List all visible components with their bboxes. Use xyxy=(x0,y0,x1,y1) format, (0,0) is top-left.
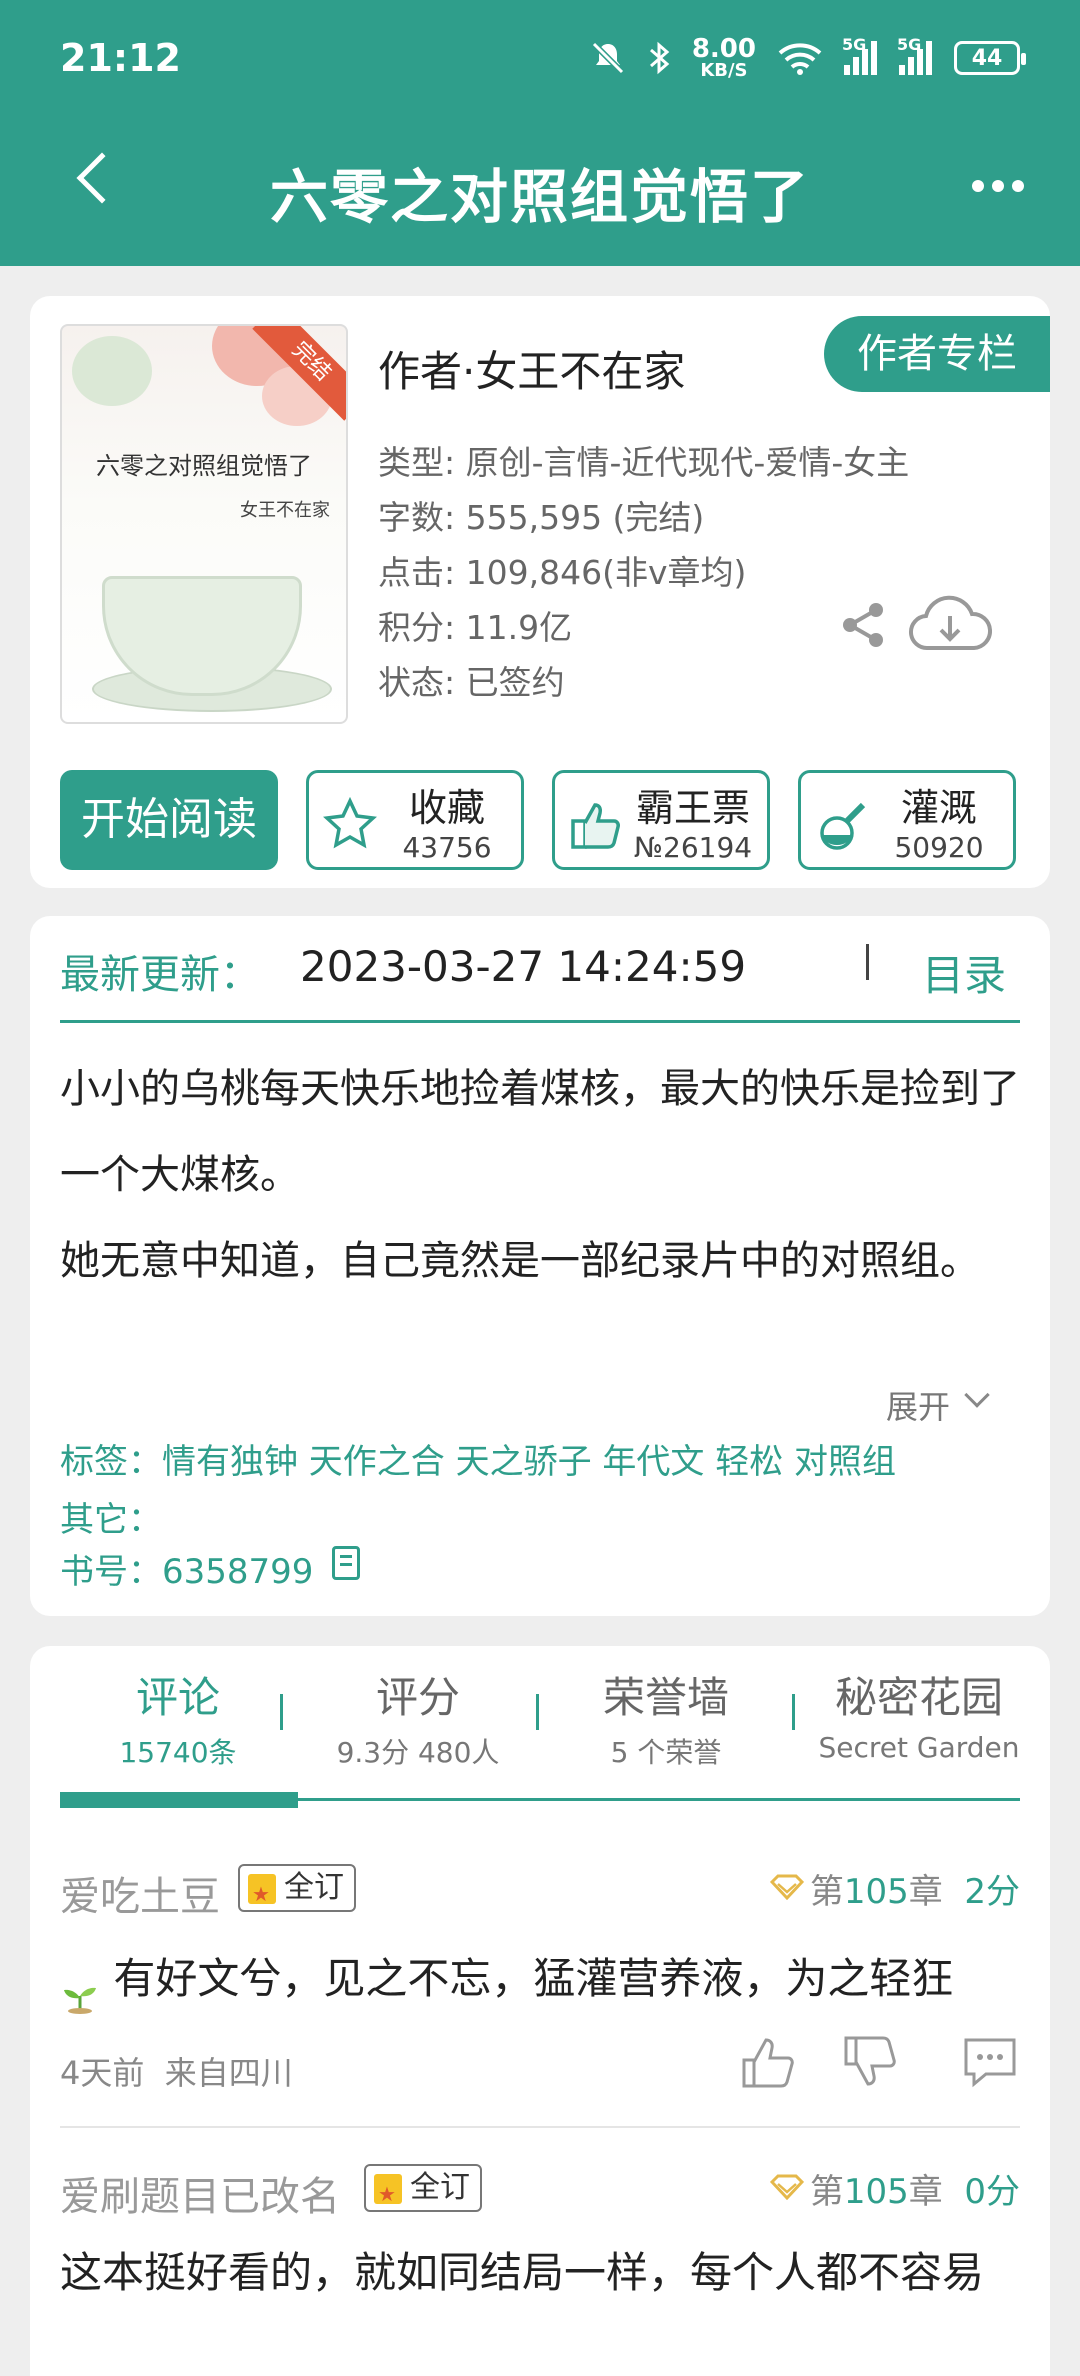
wifi-icon xyxy=(778,43,822,75)
download-cloud-icon[interactable] xyxy=(908,594,992,654)
book-clicks: 点击: 109,846(非v章均) xyxy=(378,553,747,592)
other-line: 其它： xyxy=(60,1500,162,1540)
catalog-link[interactable]: 目录 xyxy=(922,942,1006,1003)
expand-label: 展开 xyxy=(885,1388,950,1426)
diamond-icon xyxy=(770,2174,804,2200)
collect-count: 43756 xyxy=(402,831,492,864)
tab-subtitle: 5 个荣誉 xyxy=(610,1736,722,1769)
page-title: 六零之对照组觉悟了 xyxy=(269,163,810,231)
more-menu-icon[interactable] xyxy=(972,180,1024,192)
diamond-icon xyxy=(770,1874,804,1900)
tab-subtitle: 15740条 xyxy=(119,1736,237,1769)
comment-chapter-score: 第105章 2分 xyxy=(809,1872,1020,1912)
star-icon xyxy=(323,797,377,849)
app-header: 21:12 8.00 KB/S 5G 5G 44 六零之对照组觉悟了 xyxy=(0,0,1080,266)
copy-icon[interactable] xyxy=(332,1546,360,1580)
full-subscribe-badge: 全订 xyxy=(364,2164,482,2216)
tab-rating[interactable]: 评分 9.3分 480人 xyxy=(298,1664,538,1771)
latest-update-time: 2023-03-27 14:24:59 xyxy=(300,942,747,991)
bookmark-star-icon xyxy=(374,2172,402,2216)
tab-title: 秘密花园 xyxy=(834,1673,1003,1722)
divider xyxy=(280,1694,283,1730)
book-type: 类型: 原创-言情-近代现代-爱情-女主 xyxy=(378,443,910,482)
divider xyxy=(60,2126,1020,2128)
book-cover[interactable]: 完结 六零之对照组觉悟了 女王不在家 xyxy=(60,324,348,724)
mute-notification-icon xyxy=(591,41,624,75)
tab-secret-garden[interactable]: 秘密花园 Secret Garden xyxy=(794,1664,1044,1764)
full-subscribe-badge: 全订 xyxy=(238,1864,356,1916)
tags-line[interactable]: 标签：情有独钟 天作之合 天之骄子 年代文 轻松 对照组 xyxy=(60,1434,896,1483)
signal-icon-2: 5G xyxy=(897,35,932,75)
battery-icon: 44 xyxy=(954,41,1026,75)
dislike-icon[interactable] xyxy=(840,2034,900,2090)
summary-card: 最新更新： 2023-03-27 14:24:59 目录 小小的乌桃每天快乐地捡… xyxy=(30,916,1050,1616)
reply-comment-icon[interactable] xyxy=(960,2034,1020,2090)
cover-author: 女王不在家 xyxy=(240,500,330,521)
collect-label: 收藏 xyxy=(408,786,485,830)
tab-honor-wall[interactable]: 荣誉墙 5 个荣誉 xyxy=(546,1664,786,1771)
start-reading-button[interactable]: 开始阅读 xyxy=(60,770,278,870)
share-icon[interactable] xyxy=(838,600,888,650)
status-time: 21:12 xyxy=(60,36,181,80)
tab-title: 荣誉墙 xyxy=(602,1673,729,1722)
tab-title: 评分 xyxy=(375,1673,460,1722)
bookmark-star-icon xyxy=(248,1872,276,1916)
comment-username[interactable]: 爱吃土豆 xyxy=(60,1864,220,1922)
book-words: 字数: 555,595 (完结) xyxy=(378,498,705,537)
book-info-card: 完结 六零之对照组觉悟了 女王不在家 作者·女王不在家 作者专栏 类型: 原创-… xyxy=(30,296,1050,888)
summary-paragraph: 小小的乌桃每天快乐地捡着煤核，最大的快乐是捡到了一个大煤核。 xyxy=(60,1066,1020,1198)
signal-icon-1: 5G xyxy=(842,35,877,75)
flask-icon xyxy=(820,802,866,850)
divider xyxy=(536,1694,539,1730)
active-tab-indicator xyxy=(60,1792,298,1808)
comment-text: 这本挺好看的，就如同结局一样，每个人都不容易 xyxy=(60,2248,985,2297)
tab-comments[interactable]: 评论 15740条 xyxy=(58,1664,298,1771)
sprout-icon xyxy=(60,1965,100,2014)
comment-time-location: 4天前 来自四川 xyxy=(60,2054,293,2092)
irrigate-label: 灌溉 xyxy=(900,786,977,830)
irrigate-count: 50920 xyxy=(894,831,984,864)
thumbs-up-icon xyxy=(571,803,620,849)
status-icons: 8.00 KB/S 5G 5G 44 xyxy=(590,34,1026,82)
comment-item: 爱刷题目已改名 全订 第105章 0分 这本挺好看的，就如同结局一样，每个人都不… xyxy=(60,2164,1020,2376)
tab-subtitle: Secret Garden xyxy=(818,1731,1020,1764)
net-speed: 8.00 KB/S xyxy=(691,34,756,81)
author-name[interactable]: 作者·女王不在家 xyxy=(378,338,685,399)
cover-leaf xyxy=(72,336,152,406)
bawang-count: №26194 xyxy=(633,831,753,864)
irrigate-button[interactable]: 灌溉 50920 xyxy=(798,770,1016,870)
bluetooth-icon xyxy=(649,41,670,75)
summary-paragraph: 她无意中知道，自己竟然是一部纪录片中的对照组。 xyxy=(60,1238,980,1284)
latest-update-label: 最新更新： xyxy=(60,952,260,998)
divider xyxy=(60,1020,1020,1023)
divider xyxy=(866,944,869,980)
book-summary: 小小的乌桃每天快乐地捡着煤核，最大的快乐是捡到了一个大煤核。 她无意中知道，自己… xyxy=(60,1046,1020,1304)
tab-title: 评论 xyxy=(135,1673,220,1722)
cover-title: 六零之对照组觉悟了 xyxy=(96,452,312,480)
comment-text: 有好文兮，见之不忘，猛灌营养液，为之轻狂 xyxy=(60,1944,1020,2014)
comments-card: 评论 15740条 评分 9.3分 480人 荣誉墙 5 个荣誉 秘密花园 Se… xyxy=(30,1646,1050,2376)
bawang-label: 霸王票 xyxy=(635,786,750,830)
collect-button[interactable]: 收藏 43756 xyxy=(306,770,524,870)
comment-item: 爱吃土豆 全订 第105章 2分 有好文兮，见之不忘，猛灌营养液，为之轻狂 4天… xyxy=(60,1864,1020,2124)
book-status: 状态: 已签约 xyxy=(378,663,565,702)
tab-subtitle: 9.3分 480人 xyxy=(336,1736,500,1769)
author-column-button[interactable]: 作者专栏 xyxy=(824,316,1050,392)
comment-chapter-score: 第105章 0分 xyxy=(809,2172,1020,2212)
book-points: 积分: 11.9亿 xyxy=(378,608,573,647)
book-number: 书号：6358799 xyxy=(60,1552,314,1592)
like-icon[interactable] xyxy=(738,2034,798,2090)
bawang-ticket-button[interactable]: 霸王票 №26194 xyxy=(552,770,770,870)
comment-username[interactable]: 爱刷题目已改名 xyxy=(60,2164,340,2222)
